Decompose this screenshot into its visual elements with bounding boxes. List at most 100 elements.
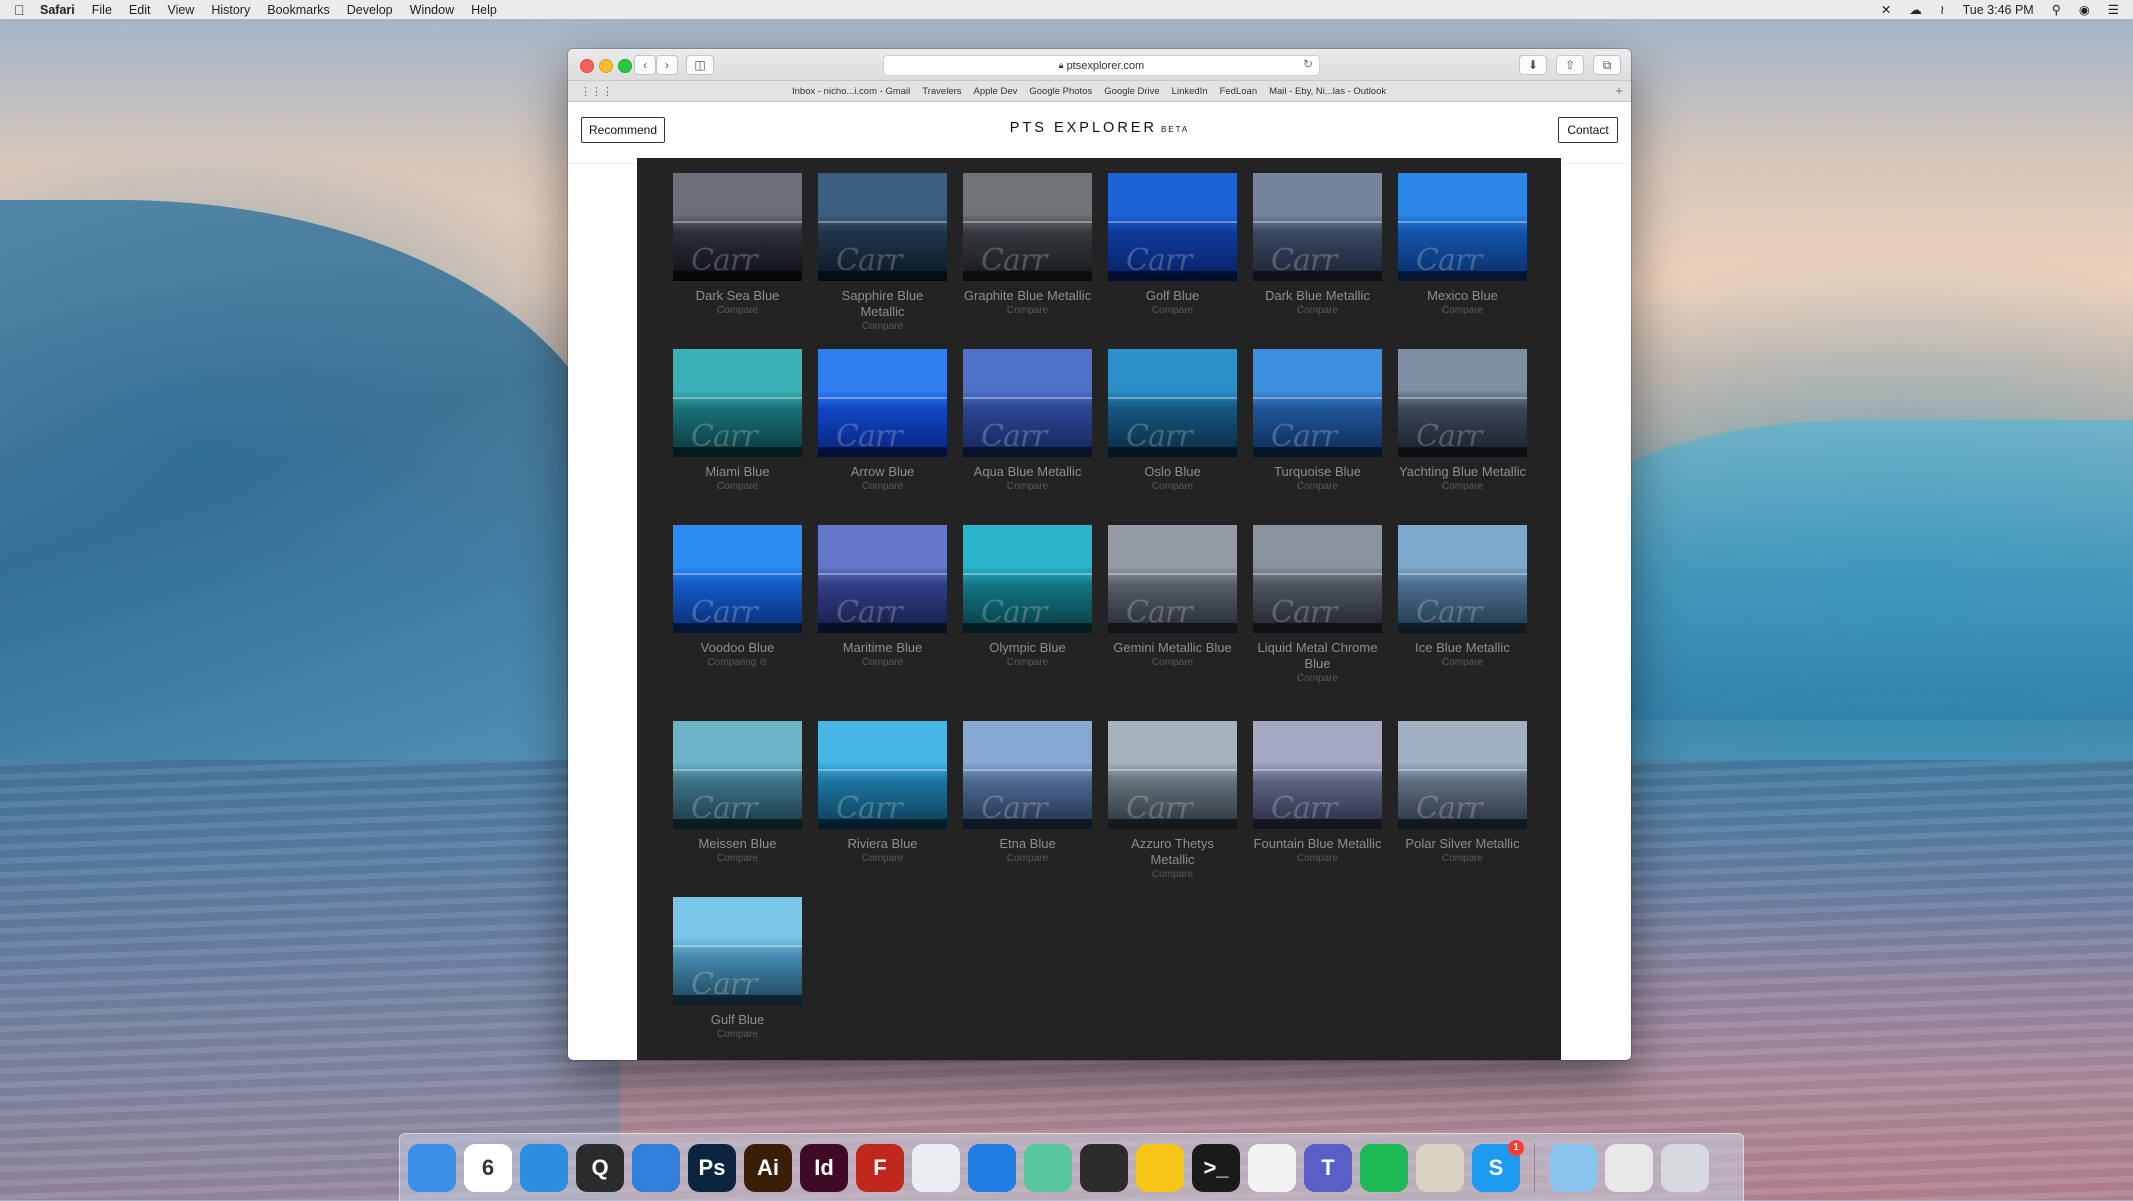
bookmark-apple-dev[interactable]: Apple Dev (974, 86, 1018, 97)
menu-edit[interactable]: Edit (129, 3, 151, 17)
swatch-preview-image[interactable]: Carr (1108, 721, 1237, 829)
swatch-compare-link[interactable]: Compare (818, 481, 947, 492)
swatch-compare-link[interactable]: Compare (963, 305, 1092, 316)
xcode-icon[interactable] (632, 1143, 680, 1192)
color-swatch-card[interactable]: Carr Miami Blue Compare (673, 349, 802, 492)
bookmark-fedloan[interactable]: FedLoan (1220, 86, 1258, 97)
teams-icon[interactable]: T (1304, 1143, 1352, 1192)
swatch-compare-link[interactable]: Compare (963, 481, 1092, 492)
color-swatch-card[interactable]: Carr Gemini Metallic Blue Compare (1108, 525, 1237, 668)
menu-history[interactable]: History (211, 3, 250, 17)
color-swatch-card[interactable]: Carr Sapphire Blue Metallic Compare (818, 173, 947, 332)
duck-app-icon[interactable] (1136, 1143, 1184, 1192)
bookmark-google-drive[interactable]: Google Drive (1104, 86, 1159, 97)
spotify-icon[interactable] (1360, 1143, 1408, 1192)
swatch-compare-link[interactable]: Comparing ⊘ (673, 657, 802, 668)
close-x-status-icon[interactable]: ✕ (1881, 2, 1891, 17)
swatch-preview-image[interactable]: Carr (673, 173, 802, 281)
close-window-button[interactable] (580, 59, 594, 73)
color-swatch-card[interactable]: Carr Golf Blue Compare (1108, 173, 1237, 316)
swatch-compare-link[interactable]: Compare (818, 853, 947, 864)
decoder-pro-icon[interactable] (1416, 1143, 1464, 1192)
sidebar-toggle-button[interactable]: ◫ (686, 55, 714, 75)
swatch-preview-image[interactable]: Carr (1253, 349, 1382, 457)
swatch-preview-image[interactable]: Carr (1398, 525, 1527, 633)
menu-file[interactable]: File (92, 3, 112, 17)
bookmark-linkedin[interactable]: LinkedIn (1172, 86, 1208, 97)
color-swatch-card[interactable]: Carr Azzuro Thetys Metallic Compare (1108, 721, 1237, 880)
swatch-compare-link[interactable]: Compare (1253, 305, 1382, 316)
preview-stack-icon[interactable] (1605, 1143, 1653, 1192)
swatch-compare-link[interactable]: Compare (1108, 481, 1237, 492)
color-swatch-card[interactable]: Carr Dark Sea Blue Compare (673, 173, 802, 316)
swatch-preview-image[interactable]: Carr (963, 721, 1092, 829)
atom-icon[interactable] (1024, 1143, 1072, 1192)
swatch-compare-link[interactable]: Compare (963, 853, 1092, 864)
swatch-compare-link[interactable]: Compare (1398, 305, 1527, 316)
swatch-preview-image[interactable]: Carr (1398, 721, 1527, 829)
color-swatch-card[interactable]: Carr Polar Silver Metallic Compare (1398, 721, 1527, 864)
swatch-preview-image[interactable]: Carr (1398, 173, 1527, 281)
swatch-preview-image[interactable]: Carr (673, 349, 802, 457)
swatch-compare-link[interactable]: Compare (963, 657, 1092, 668)
swatch-compare-link[interactable]: Compare (673, 305, 802, 316)
swatch-preview-image[interactable]: Carr (818, 173, 947, 281)
spotlight-search-icon[interactable]: ⚲ (2052, 2, 2061, 17)
calendar-icon[interactable]: 6 (464, 1143, 512, 1192)
illustrator-icon[interactable]: Ai (744, 1143, 792, 1192)
share-button[interactable]: ⇧ (1556, 55, 1584, 75)
terminal-icon[interactable]: >_ (1192, 1143, 1240, 1192)
top-sites-grid-icon[interactable]: ⋮⋮⋮ (580, 85, 613, 98)
swatch-compare-link[interactable]: Compare (1253, 481, 1382, 492)
swatch-preview-image[interactable]: Carr (1398, 349, 1527, 457)
swatch-preview-image[interactable]: Carr (1108, 173, 1237, 281)
swatch-compare-link[interactable]: Compare (673, 853, 802, 864)
menu-help[interactable]: Help (471, 3, 497, 17)
swatch-preview-image[interactable]: Carr (1108, 349, 1237, 457)
bookmark-gmail[interactable]: Inbox - nicho...i.com - Gmail (792, 86, 910, 97)
swatch-preview-image[interactable]: Carr (963, 349, 1092, 457)
textedit-icon[interactable] (1248, 1143, 1296, 1192)
swatch-compare-link[interactable]: Compare (673, 481, 802, 492)
swatch-preview-image[interactable]: Carr (963, 525, 1092, 633)
tabs-overview-button[interactable]: ⧉ (1593, 55, 1621, 75)
swatch-compare-link[interactable]: Compare (1398, 853, 1527, 864)
minimize-window-button[interactable] (599, 59, 613, 73)
bookmark-travelers[interactable]: Travelers (922, 86, 961, 97)
color-swatch-card[interactable]: Carr Liquid Metal Chrome Blue Compare (1253, 525, 1382, 684)
cloud-status-icon[interactable]: ☁ (1909, 2, 1922, 17)
swatch-compare-link[interactable]: Compare (1398, 481, 1527, 492)
skype-icon[interactable]: S1 (1472, 1139, 1524, 1192)
color-swatch-card[interactable]: Carr Ice Blue Metallic Compare (1398, 525, 1527, 668)
downloads-button[interactable]: ⬇ (1519, 55, 1547, 75)
swatch-preview-image[interactable]: Carr (818, 525, 947, 633)
quicktime-icon[interactable]: Q (576, 1143, 624, 1192)
downloads-folder-icon[interactable] (1549, 1143, 1597, 1192)
trash-icon[interactable] (1661, 1143, 1709, 1192)
color-swatch-card[interactable]: Carr Gulf Blue Compare (673, 897, 802, 1040)
swatch-compare-link[interactable]: Compare (1253, 673, 1382, 684)
menu-bookmarks[interactable]: Bookmarks (267, 3, 330, 17)
new-tab-plus-icon[interactable]: + (1615, 83, 1623, 98)
filezilla-icon[interactable]: F (856, 1143, 904, 1192)
finder-icon[interactable] (408, 1143, 456, 1192)
color-swatch-card[interactable]: Carr Arrow Blue Compare (818, 349, 947, 492)
swatch-preview-image[interactable]: Carr (1253, 721, 1382, 829)
swatch-preview-image[interactable]: Carr (1253, 173, 1382, 281)
color-swatch-card[interactable]: Carr Maritime Blue Compare (818, 525, 947, 668)
reload-icon[interactable]: ↻ (1303, 57, 1313, 71)
color-swatch-card[interactable]: Carr Graphite Blue Metallic Compare (963, 173, 1092, 316)
color-swatch-card[interactable]: Carr Etna Blue Compare (963, 721, 1092, 864)
color-swatch-card[interactable]: Carr Aqua Blue Metallic Compare (963, 349, 1092, 492)
wifi-icon[interactable]: ≀ (1940, 2, 1945, 17)
color-swatch-card[interactable]: Carr Turquoise Blue Compare (1253, 349, 1382, 492)
address-bar[interactable]: 🔒︎ ptsexplorer.com ↻ (883, 55, 1320, 76)
color-swatch-card[interactable]: Carr Fountain Blue Metallic Compare (1253, 721, 1382, 864)
color-swatch-card[interactable]: Carr Yachting Blue Metallic Compare (1398, 349, 1527, 492)
swatch-compare-link[interactable]: Compare (1108, 657, 1237, 668)
swatch-compare-link[interactable]: Compare (1108, 305, 1237, 316)
swatch-preview-image[interactable]: Carr (673, 525, 802, 633)
color-swatch-card[interactable]: Carr Oslo Blue Compare (1108, 349, 1237, 492)
menu-app-name[interactable]: Safari (40, 3, 75, 17)
fullscreen-window-button[interactable] (618, 59, 632, 73)
